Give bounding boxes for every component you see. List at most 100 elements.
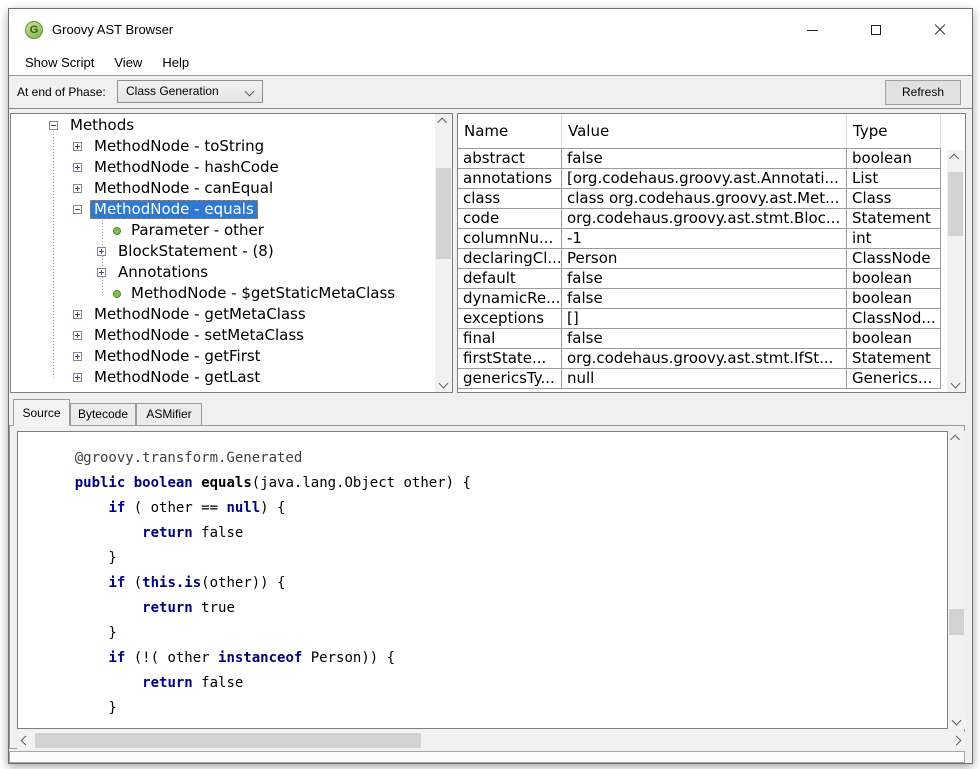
table-cell[interactable]: [org.codehaus.groovy.ast.Annotati... bbox=[562, 169, 847, 189]
scrollbar-thumb[interactable] bbox=[948, 172, 963, 236]
table-cell[interactable]: null bbox=[562, 369, 847, 389]
table-cell[interactable]: [] bbox=[562, 309, 847, 329]
tree-vertical-scrollbar[interactable] bbox=[435, 114, 452, 392]
table-row[interactable]: genericsTy...nullGenerics... bbox=[458, 369, 941, 389]
table-row[interactable]: classclass org.codehaus.groovy.ast.Met..… bbox=[458, 189, 941, 209]
table-cell[interactable]: dynamicRe... bbox=[458, 289, 562, 309]
column-header-name[interactable]: Name bbox=[458, 114, 562, 148]
tree-expand-handle[interactable] bbox=[73, 352, 82, 361]
menu-item-help[interactable]: Help bbox=[152, 51, 199, 75]
tree-row[interactable]: MethodNode - $getStaticMetaClass bbox=[11, 283, 435, 304]
minimize-button[interactable] bbox=[780, 9, 844, 51]
scroll-left-button[interactable] bbox=[17, 732, 34, 749]
tab-bytecode[interactable]: Bytecode bbox=[70, 403, 136, 426]
table-row[interactable]: exceptions[]ClassNod... bbox=[458, 309, 941, 329]
table-cell[interactable]: Class bbox=[847, 189, 941, 209]
scrollbar-thumb[interactable] bbox=[35, 733, 421, 748]
tree-expand-handle[interactable] bbox=[97, 268, 106, 277]
table-cell[interactable]: boolean bbox=[847, 329, 941, 349]
tree-collapse-handle[interactable] bbox=[73, 205, 82, 214]
table-cell[interactable]: Person bbox=[562, 249, 847, 269]
table-row[interactable]: columnNu...-1int bbox=[458, 229, 941, 249]
code-vertical-scrollbar[interactable] bbox=[948, 431, 965, 729]
table-cell[interactable]: ClassNode bbox=[847, 249, 941, 269]
table-cell[interactable]: declaringCl... bbox=[458, 249, 562, 269]
table-cell[interactable]: exceptions bbox=[458, 309, 562, 329]
table-cell[interactable]: code bbox=[458, 209, 562, 229]
table-cell[interactable]: org.codehaus.groovy.ast.stmt.Bloc... bbox=[562, 209, 847, 229]
tree-row[interactable]: MethodNode - hashCode bbox=[11, 157, 435, 178]
table-cell[interactable]: class bbox=[458, 189, 562, 209]
maximize-button[interactable] bbox=[844, 9, 908, 51]
tree-row[interactable]: MethodNode - canEqual bbox=[11, 178, 435, 199]
table-cell[interactable]: boolean bbox=[847, 269, 941, 289]
table-cell[interactable]: List bbox=[847, 169, 941, 189]
tab-asmifier[interactable]: ASMifier bbox=[136, 403, 202, 426]
table-row[interactable]: dynamicRe...falseboolean bbox=[458, 289, 941, 309]
table-cell[interactable]: annotations bbox=[458, 169, 562, 189]
scroll-down-button[interactable] bbox=[948, 712, 965, 729]
table-cell[interactable]: class org.codehaus.groovy.ast.Met... bbox=[562, 189, 847, 209]
table-row[interactable]: finalfalseboolean bbox=[458, 329, 941, 349]
table-cell[interactable]: columnNu... bbox=[458, 229, 562, 249]
tree-row[interactable]: MethodNode - getMetaClass bbox=[11, 304, 435, 325]
table-cell[interactable]: final bbox=[458, 329, 562, 349]
table-row[interactable]: declaringCl...PersonClassNode bbox=[458, 249, 941, 269]
table-cell[interactable]: ClassNod... bbox=[847, 309, 941, 329]
tree-row[interactable]: Annotations bbox=[11, 262, 435, 283]
table-row[interactable]: abstractfalseboolean bbox=[458, 149, 941, 169]
table-cell[interactable]: firstState... bbox=[458, 349, 562, 369]
table-cell[interactable]: int bbox=[847, 229, 941, 249]
table-cell[interactable]: abstract bbox=[458, 149, 562, 169]
tree-row[interactable]: MethodNode - toString bbox=[11, 136, 435, 157]
tree-collapse-handle[interactable] bbox=[49, 121, 58, 130]
tree-expand-handle[interactable] bbox=[73, 142, 82, 151]
close-button[interactable] bbox=[908, 9, 972, 51]
tree-expand-handle[interactable] bbox=[73, 184, 82, 193]
tree-row[interactable]: MethodNode - setMetaClass bbox=[11, 325, 435, 346]
table-cell[interactable]: Statement bbox=[847, 349, 941, 369]
scroll-down-button[interactable] bbox=[947, 375, 964, 392]
tree-row[interactable]: BlockStatement - (8) bbox=[11, 241, 435, 262]
table-cell[interactable]: org.codehaus.groovy.ast.stmt.IfSt... bbox=[562, 349, 847, 369]
scroll-up-button[interactable] bbox=[948, 431, 965, 448]
column-header-type[interactable]: Type bbox=[847, 114, 941, 148]
table-cell[interactable]: false bbox=[562, 269, 847, 289]
refresh-button[interactable]: Refresh bbox=[885, 80, 961, 105]
table-cell[interactable]: Statement bbox=[847, 209, 941, 229]
table-row[interactable]: codeorg.codehaus.groovy.ast.stmt.Bloc...… bbox=[458, 209, 941, 229]
tree-row[interactable]: MethodNode - getLast bbox=[11, 367, 435, 388]
column-header-value[interactable]: Value bbox=[562, 114, 847, 148]
table-vertical-scrollbar[interactable] bbox=[947, 150, 964, 392]
tree-row[interactable]: MethodNode - getFirst bbox=[11, 346, 435, 367]
table-row[interactable]: defaultfalseboolean bbox=[458, 269, 941, 289]
tree-expand-handle[interactable] bbox=[73, 331, 82, 340]
table-row[interactable]: firstState...org.codehaus.groovy.ast.stm… bbox=[458, 349, 941, 369]
table-row[interactable]: annotations[org.codehaus.groovy.ast.Anno… bbox=[458, 169, 941, 189]
menu-item-view[interactable]: View bbox=[104, 51, 152, 75]
table-cell[interactable]: genericsTy... bbox=[458, 369, 562, 389]
tree-expand-handle[interactable] bbox=[73, 310, 82, 319]
scroll-up-button[interactable] bbox=[947, 150, 964, 167]
phase-dropdown[interactable]: Class Generation bbox=[117, 80, 263, 103]
tree-expand-handle[interactable] bbox=[73, 373, 82, 382]
table-cell[interactable]: boolean bbox=[847, 149, 941, 169]
tree-row[interactable]: Parameter - other bbox=[11, 220, 435, 241]
tree-row[interactable]: MethodNode - equals bbox=[11, 199, 435, 220]
table-cell[interactable]: false bbox=[562, 329, 847, 349]
scrollbar-thumb[interactable] bbox=[436, 168, 451, 259]
menu-item-show-script[interactable]: Show Script bbox=[15, 51, 104, 75]
tree-row[interactable]: Methods bbox=[11, 115, 435, 136]
scroll-down-button[interactable] bbox=[435, 375, 452, 392]
table-cell[interactable]: default bbox=[458, 269, 562, 289]
code-horizontal-scrollbar[interactable] bbox=[17, 732, 965, 749]
table-cell[interactable]: false bbox=[562, 289, 847, 309]
scroll-up-button[interactable] bbox=[435, 114, 452, 131]
table-cell[interactable]: boolean bbox=[847, 289, 941, 309]
scroll-right-button[interactable] bbox=[948, 732, 965, 749]
table-cell[interactable]: false bbox=[562, 149, 847, 169]
tree-expand-handle[interactable] bbox=[97, 247, 106, 256]
table-cell[interactable]: Generics... bbox=[847, 369, 941, 389]
tab-source[interactable]: Source bbox=[13, 399, 70, 426]
tree-expand-handle[interactable] bbox=[73, 163, 82, 172]
